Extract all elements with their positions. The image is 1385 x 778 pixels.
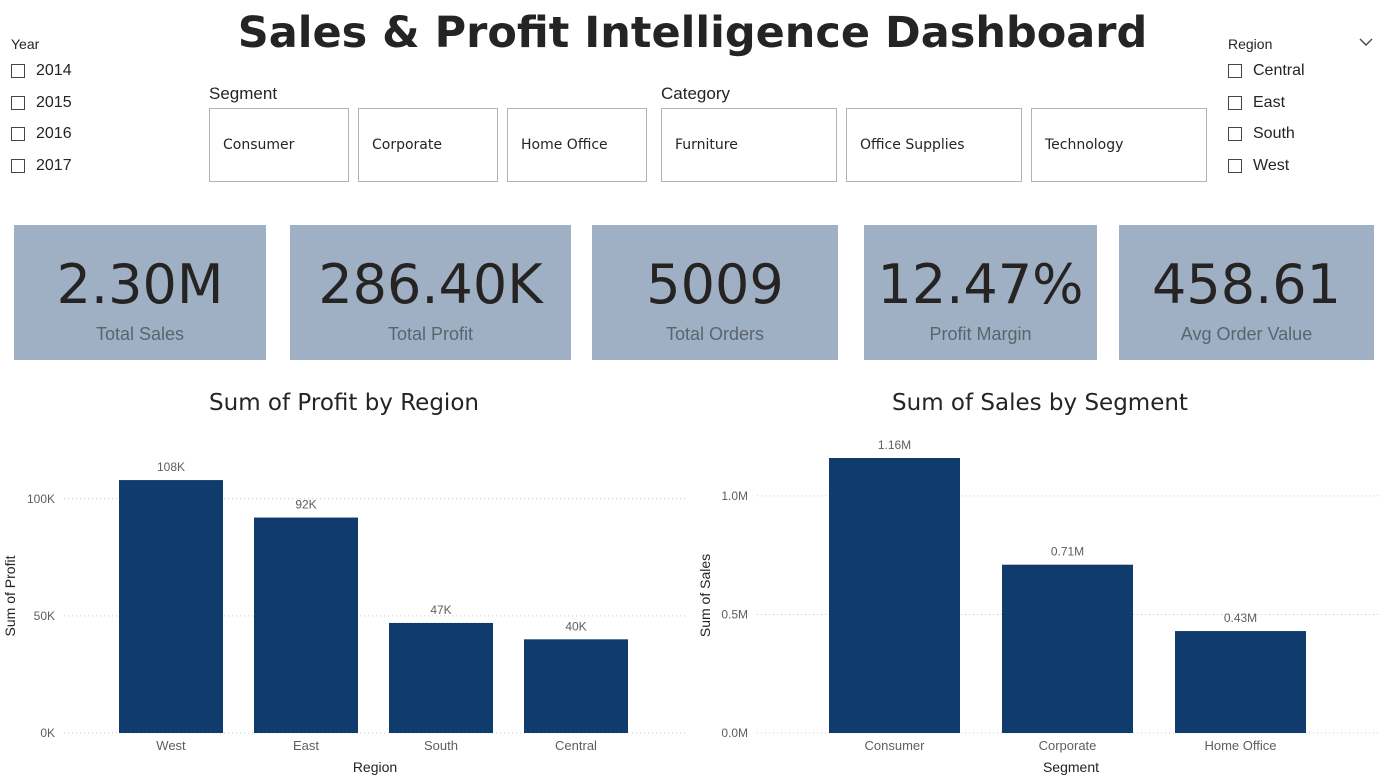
sales-by-segment-chart: 0.0M 0.5M 1.0M 1.16M Consumer 0.71M Corporate 0… [697,438,1381,775]
checkbox-icon[interactable] [1228,127,1242,141]
region-slicer-title: Region [1228,36,1273,52]
region-option-central[interactable]: Central [1228,62,1305,80]
checkbox-icon[interactable] [11,64,25,78]
kpi-label: Total Orders [665,324,765,344]
y-axis-title: Sum of Profit [2,555,18,636]
profit-by-region-chart: 0K 50K 100K 108K West 92K East 47K South 40K Centr… [2,460,686,775]
data-label: 108K [157,460,185,474]
x-axis-title: Region [353,759,397,775]
year-slicer-title: Year [11,36,40,52]
data-label: 92K [295,498,316,512]
data-label: 0.71M [1051,545,1084,559]
kpi-card-total-sales: 2.30M Total Sales [14,225,266,360]
chart-title-sales-by-segment: Sum of Sales by Segment [892,390,1188,416]
checkbox-icon[interactable] [1228,96,1242,110]
data-label: 0.43M [1224,611,1257,625]
segment-tile-corporate[interactable]: Corporate [358,108,498,182]
region-option-west[interactable]: West [1228,157,1289,175]
kpi-value: 286.40K [318,253,543,316]
year-option-2016[interactable]: 2016 [11,125,72,143]
year-option-2017[interactable]: 2017 [11,157,72,175]
x-tick-label: South [424,738,458,753]
x-axis-title: Segment [1043,759,1099,775]
chart-title-profit-by-region: Sum of Profit by Region [209,390,479,416]
kpi-card-total-orders: 5009 Total Orders [592,225,838,360]
bar [254,517,358,733]
kpi-label: Total Sales [95,324,185,344]
x-tick-label: Corporate [1039,738,1097,753]
segment-tile-consumer[interactable]: Consumer [209,108,349,182]
x-tick-label: Consumer [865,738,926,753]
y-tick-label: 0.0M [721,726,748,740]
y-tick-label: 50K [34,609,55,623]
y-tick-label: 0.5M [721,607,748,621]
checkbox-icon[interactable] [11,127,25,141]
category-tile-furniture[interactable]: Furniture [661,108,837,182]
year-option-2015[interactable]: 2015 [11,94,72,112]
chevron-down-icon[interactable] [1359,37,1373,47]
kpi-value: 5009 [646,253,784,316]
bar [389,622,493,733]
bar [524,639,628,733]
category-slicer-title: Category [661,84,730,103]
data-label: 1.16M [878,438,911,452]
kpi-label: Profit Margin [929,324,1032,344]
segment-tile-home-office[interactable]: Home Office [507,108,647,182]
checkbox-icon[interactable] [11,96,25,110]
bar [1175,631,1306,733]
year-option-2014[interactable]: 2014 [11,62,72,80]
category-tile-office-supplies[interactable]: Office Supplies [846,108,1022,182]
bar [1002,564,1133,733]
checkbox-icon[interactable] [11,159,25,173]
region-option-south[interactable]: South [1228,125,1295,143]
y-tick-label: 1.0M [721,489,748,503]
data-label: 40K [565,619,586,633]
y-axis-title: Sum of Sales [697,554,713,637]
x-tick-label: Central [555,738,597,753]
kpi-value: 2.30M [56,253,224,316]
checkbox-icon[interactable] [1228,64,1242,78]
kpi-label: Avg Order Value [1180,324,1313,344]
region-option-east[interactable]: East [1228,94,1285,112]
bar [119,480,223,733]
x-tick-label: West [156,738,186,753]
kpi-value: 458.61 [1152,253,1341,316]
kpi-value: 12.47% [877,253,1084,316]
checkbox-icon[interactable] [1228,159,1242,173]
kpi-card-profit-margin: 12.47% Profit Margin [864,225,1097,360]
x-tick-label: Home Office [1204,738,1276,753]
x-tick-label: East [293,738,319,753]
kpi-label: Total Profit [387,324,474,344]
y-tick-label: 100K [27,492,55,506]
kpi-card-avg-order-value: 458.61 Avg Order Value [1119,225,1374,360]
category-tile-technology[interactable]: Technology [1031,108,1207,182]
data-label: 47K [430,603,451,617]
bar [829,458,960,733]
segment-slicer-title: Segment [209,84,278,103]
page-title: Sales & Profit Intelligence Dashboard [237,8,1148,58]
kpi-card-total-profit: 286.40K Total Profit [290,225,571,360]
y-tick-label: 0K [40,726,55,740]
